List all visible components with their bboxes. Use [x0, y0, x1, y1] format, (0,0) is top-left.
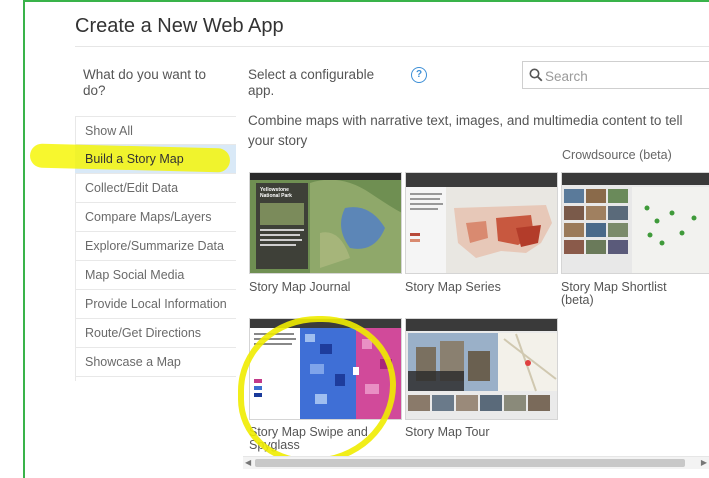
shortlist-preview-image [562, 173, 709, 273]
sidebar-item-label: Compare Maps/Layers [85, 210, 212, 224]
app-card-label-story-map-journal[interactable]: Story Map Journal [249, 281, 409, 294]
sidebar-item-route-directions[interactable]: Route/Get Directions [75, 319, 236, 348]
scrollbar-thumb[interactable] [255, 459, 685, 467]
help-icon[interactable]: ? [411, 67, 427, 83]
sidebar-item-label: Show All [85, 124, 133, 138]
scroll-left-arrow-icon[interactable]: ◀ [245, 458, 251, 467]
search-input[interactable] [543, 65, 707, 87]
sidebar-item-compare-maps[interactable]: Compare Maps/Layers [75, 203, 236, 232]
category-sidebar: Show All Build a Story Map Collect/Edit … [29, 116, 236, 377]
sidebar-item-label: Explore/Summarize Data [85, 239, 224, 253]
frame-top-border [23, 0, 709, 2]
sidebar-item-label: Build a Story Map [85, 152, 184, 166]
sidebar-item-label: Collect/Edit Data [85, 181, 179, 195]
sidebar-item-label: Showcase a Map [85, 355, 181, 369]
sidebar-item-label: Route/Get Directions [85, 326, 202, 340]
sidebar-item-explore-summarize[interactable]: Explore/Summarize Data [75, 232, 236, 261]
app-card-label-story-map-shortlist[interactable]: Story Map Shortlist (beta) [561, 281, 701, 307]
app-card-label-story-map-tour[interactable]: Story Map Tour [405, 426, 565, 439]
app-thumbnail-story-map-shortlist[interactable] [561, 172, 709, 274]
app-thumbnail-story-map-tour[interactable] [405, 318, 558, 420]
sidebar-item-local-information[interactable]: Provide Local Information [75, 290, 236, 319]
series-preview-image [406, 173, 557, 273]
sidebar-item-show-all[interactable]: Show All [75, 116, 236, 145]
app-card-label-story-map-series[interactable]: Story Map Series [405, 281, 565, 294]
frame-left-border [23, 0, 25, 478]
sidebar-item-collect-edit-data[interactable]: Collect/Edit Data [75, 174, 236, 203]
app-thumbnail-story-map-series[interactable] [405, 172, 558, 274]
search-icon [529, 68, 543, 82]
app-thumbnail-story-map-journal[interactable]: Yellowstone National Park [249, 172, 402, 274]
horizontal-scrollbar[interactable]: ◀ ▶ [243, 456, 709, 469]
scroll-right-arrow-icon[interactable]: ▶ [701, 458, 707, 467]
sidebar-item-label: Map Social Media [85, 268, 185, 282]
sidebar-item-build-story-map[interactable]: Build a Story Map [29, 143, 236, 174]
sidebar-item-showcase-map[interactable]: Showcase a Map [75, 348, 236, 377]
sidebar-item-map-social-media[interactable]: Map Social Media [75, 261, 236, 290]
tour-preview-image [406, 319, 557, 419]
sidebar-item-label: Provide Local Information [85, 297, 227, 311]
select-app-label: Select a configurable app. [248, 67, 375, 98]
title-divider [75, 46, 709, 47]
question-label: What do you want to do? [83, 67, 207, 98]
category-description: Combine maps with narrative text, images… [248, 113, 683, 148]
journal-thumb-title: Yellowstone National Park [260, 187, 292, 199]
dialog-title: Create a New Web App [75, 15, 284, 37]
search-box[interactable] [522, 61, 709, 89]
app-card-label-crowdsource[interactable]: Crowdsource (beta) [562, 148, 672, 162]
